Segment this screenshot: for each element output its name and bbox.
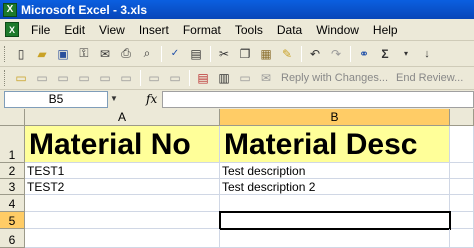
new-comment-icon[interactable]: ▭ [32,69,52,87]
title-bar: X Microsoft Excel - 3.xls [0,0,474,19]
hyperlink-icon[interactable]: ⚭ [354,45,374,63]
cell-c2[interactable] [450,163,474,179]
menu-insert[interactable]: Insert [132,20,176,40]
name-box[interactable]: B5 [4,91,108,108]
redo-icon[interactable]: ↷ [326,45,346,63]
cell-a3[interactable]: TEST2 [25,179,220,195]
cell-b3[interactable]: Test description 2 [220,179,450,195]
reply-with-changes-icon[interactable]: ✉ [256,69,276,87]
previous-comment-icon[interactable]: ▭ [53,69,73,87]
next-comment-icon[interactable]: ▭ [74,69,94,87]
cell-c1[interactable] [450,126,474,163]
cell-c4[interactable] [450,195,474,212]
formula-bar: B5 ▼ fx [0,90,474,109]
window-title: Microsoft Excel - 3.xls [21,2,148,17]
cell-b2[interactable]: Test description [220,163,450,179]
copy-icon[interactable]: ❐ [235,45,255,63]
formula-input[interactable] [162,91,474,108]
reply-with-changes-button[interactable]: Reply with Changes... [281,72,388,84]
active-cell-b5[interactable] [219,211,451,230]
menu-help[interactable]: Help [366,20,405,40]
end-review-button[interactable]: End Review... [396,72,463,84]
comment-icon[interactable]: ▭ [11,69,31,87]
excel-app-icon: X [3,2,17,17]
cell-a4[interactable] [25,195,220,212]
insert-function-icon[interactable]: fx [146,92,157,106]
toolbar-separator [140,70,141,86]
ink-annotations-icon[interactable]: ▭ [235,69,255,87]
row-header-6[interactable]: 6 [0,229,25,248]
toolbar-separator [161,45,162,62]
print-preview-icon[interactable]: ⌕ [137,45,157,63]
reviewing-toolbar: ▭ ▭ ▭ ▭ ▭ ▭ ▭ ▭ ▤ ▥ ▭ ✉ Reply with Chang… [0,67,474,90]
menu-bar: X File Edit View Insert Format Tools Dat… [0,19,474,41]
toolbar-grip[interactable] [4,70,7,86]
worksheet-grid: A B 1 Material No Material Desc 2 TEST1 … [0,109,474,248]
column-header-b[interactable]: B [220,109,450,126]
menu-view[interactable]: View [92,20,132,40]
new-icon[interactable]: ▯ [11,45,31,63]
row-header-1[interactable]: 1 [0,126,25,163]
cell-b6[interactable] [220,229,450,248]
track-changes-icon[interactable]: ▭ [165,69,185,87]
spelling-icon[interactable]: ✓ [165,45,185,63]
menu-data[interactable]: Data [270,20,309,40]
row-header-5[interactable]: 5 [0,212,25,229]
workbook-icon[interactable]: X [5,22,19,37]
row-header-4[interactable]: 4 [0,195,25,212]
cut-icon[interactable]: ✂ [214,45,234,63]
row-header-3[interactable]: 3 [0,179,25,195]
paste-icon[interactable]: ▦ [256,45,276,63]
format-painter-icon[interactable]: ✎ [277,45,297,63]
permission-icon[interactable]: ⚿ [74,45,94,63]
menu-file[interactable]: File [24,20,57,40]
cell-a2[interactable]: TEST1 [25,163,220,179]
toolbar-separator [350,45,351,62]
cell-b1[interactable]: Material Desc [220,126,450,163]
toolbar-separator [301,45,302,62]
toolbar-separator [210,45,211,62]
menu-window[interactable]: Window [309,20,366,40]
print-icon[interactable]: ⎙ [116,45,136,63]
email-icon[interactable]: ✉ [95,45,115,63]
cell-c6[interactable] [450,229,474,248]
menu-format[interactable]: Format [176,20,228,40]
save-icon[interactable]: ▣ [53,45,73,63]
chevron-down-icon[interactable]: ▼ [110,94,118,103]
cell-c3[interactable] [450,179,474,195]
review-tracked-icon[interactable]: ▤ [193,69,213,87]
cell-a6[interactable] [25,229,220,248]
standard-toolbar: ▯ ▰ ▣ ⚿ ✉ ⎙ ⌕ ✓ ▤ ✂ ❐ ▦ ✎ ↶ ↷ ⚭ Σ ▾ ↓ [0,41,474,67]
cell-a5[interactable] [25,212,220,229]
cell-c5[interactable] [451,212,474,229]
show-comment-icon[interactable]: ▭ [95,69,115,87]
open-icon[interactable]: ▰ [32,45,52,63]
column-header-c[interactable] [450,109,474,126]
cell-a1[interactable]: Material No [25,126,220,163]
column-header-a[interactable]: A [25,109,220,126]
autosum-icon[interactable]: Σ [375,45,395,63]
autosum-dropdown-icon[interactable]: ▾ [396,45,416,63]
show-all-comments-icon[interactable]: ▭ [116,69,136,87]
delete-comment-icon[interactable]: ▭ [144,69,164,87]
reviewing-pane-icon[interactable]: ▥ [214,69,234,87]
undo-icon[interactable]: ↶ [305,45,325,63]
cell-b4[interactable] [220,195,450,212]
row-header-2[interactable]: 2 [0,163,25,179]
menu-tools[interactable]: Tools [228,20,270,40]
menu-edit[interactable]: Edit [57,20,92,40]
toolbar-separator [189,70,190,86]
toolbar-grip[interactable] [4,45,7,62]
select-all-corner[interactable] [0,109,25,126]
research-icon[interactable]: ▤ [186,45,206,63]
sort-ascending-icon[interactable]: ↓ [417,45,437,63]
